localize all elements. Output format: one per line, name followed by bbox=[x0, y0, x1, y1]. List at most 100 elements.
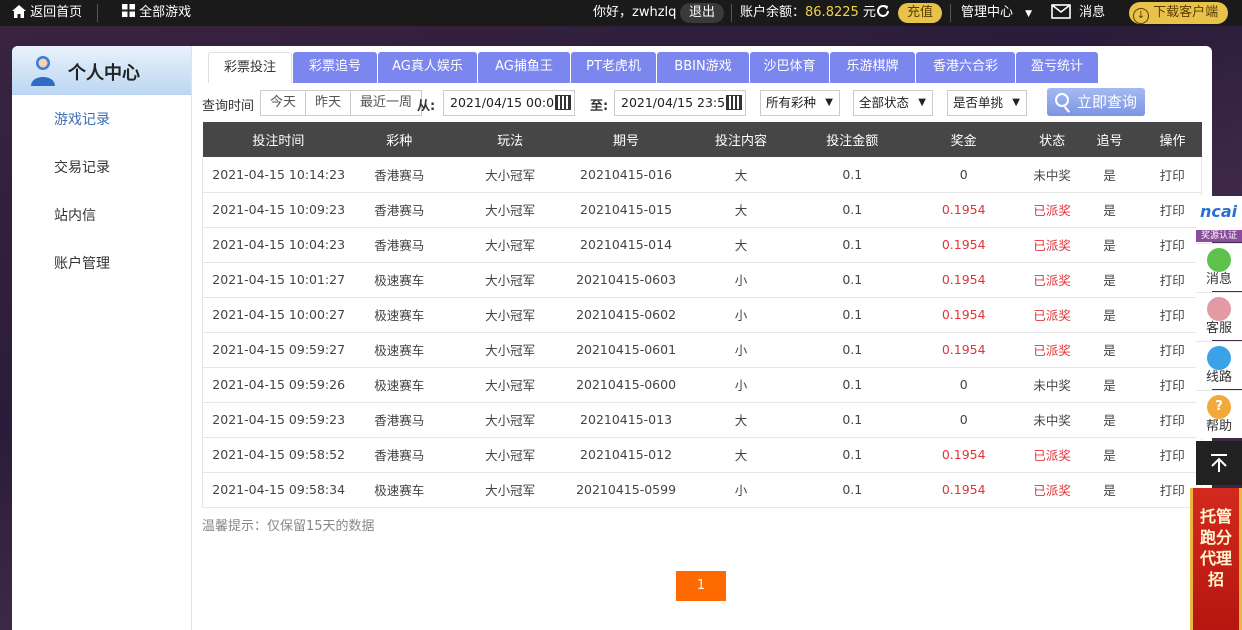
issue-cell: 20210415-0603 bbox=[576, 262, 677, 298]
tab-saba-sports[interactable]: 沙巴体育 bbox=[750, 52, 829, 83]
bet-content-cell: 大 bbox=[676, 227, 806, 263]
divider bbox=[950, 4, 951, 22]
single-pick-select[interactable]: 是否单挑 ▼ bbox=[947, 90, 1027, 116]
issue-cell: 20210415-0601 bbox=[576, 332, 677, 368]
table-row: 2021-04-15 10:09:23 香港赛马 大小冠军 20210415-015 大… bbox=[202, 192, 1202, 228]
float-service-button[interactable]: 客服 bbox=[1196, 292, 1242, 340]
download-client-button[interactable]: ↓ 下载客户端 bbox=[1129, 0, 1229, 26]
bet-time-cell: 2021-04-15 09:59:23 bbox=[202, 402, 355, 438]
tab-hk-mark-six[interactable]: 香港六合彩 bbox=[916, 52, 1015, 83]
status-cell: 已派奖 bbox=[1028, 437, 1076, 473]
print-action[interactable]: 打印 bbox=[1143, 157, 1202, 193]
print-action[interactable]: 打印 bbox=[1143, 332, 1202, 368]
range-yesterday-button[interactable]: 昨天 bbox=[306, 91, 352, 115]
tab-bbin[interactable]: BBIN游戏 bbox=[657, 52, 749, 83]
amount-cell: 0.1 bbox=[805, 192, 899, 228]
sidebar-item-game-records[interactable]: 游戏记录 bbox=[54, 109, 110, 129]
bet-time-cell: 2021-04-15 09:59:27 bbox=[202, 332, 355, 368]
column-header: 追号 bbox=[1075, 122, 1144, 157]
all-games-link[interactable]: 全部游戏 bbox=[122, 0, 191, 26]
recharge-label: 充值 bbox=[898, 3, 943, 23]
print-action[interactable]: 打印 bbox=[1143, 262, 1202, 298]
page-button-1[interactable]: 1 bbox=[676, 571, 726, 601]
play-type-cell: 大小冠军 bbox=[444, 192, 577, 228]
tab-lottery-chase[interactable]: 彩票追号 bbox=[293, 52, 377, 83]
sidebar-item-transaction-records[interactable]: 交易记录 bbox=[54, 157, 110, 177]
range-today-button[interactable]: 今天 bbox=[261, 91, 307, 115]
to-label: 至: bbox=[590, 99, 609, 114]
play-type-cell: 大小冠军 bbox=[444, 402, 577, 438]
home-link[interactable]: 返回首页 bbox=[12, 0, 82, 26]
play-type-cell: 大小冠军 bbox=[444, 262, 577, 298]
table-row: 2021-04-15 09:59:27 极速赛车 大小冠军 20210415-0601… bbox=[202, 332, 1202, 368]
bet-time-cell: 2021-04-15 09:58:52 bbox=[202, 437, 355, 473]
to-date-input[interactable]: 2021/04/15 23:59 bbox=[614, 90, 746, 116]
caret-down-icon: ▼ bbox=[1025, 9, 1033, 19]
refresh-icon[interactable] bbox=[875, 0, 891, 26]
caret-down-icon: ▼ bbox=[918, 97, 926, 108]
table-header-row: 投注时间 彩种 玩法 期号 投注内容 投注金额 奖金 状态 追号 操作 bbox=[202, 122, 1202, 157]
sidebar-item-inbox[interactable]: 站内信 bbox=[54, 205, 96, 225]
back-to-top-button[interactable] bbox=[1196, 441, 1242, 485]
table-row: 2021-04-15 10:04:23 香港赛马 大小冠军 20210415-014 大… bbox=[202, 227, 1202, 263]
tab-pt-slots[interactable]: PT老虎机 bbox=[571, 52, 656, 83]
bet-time-cell: 2021-04-15 09:59:26 bbox=[202, 367, 355, 403]
play-type-cell: 大小冠军 bbox=[444, 472, 577, 508]
lottery-type-select[interactable]: 所有彩种 ▼ bbox=[760, 90, 840, 116]
certification-logo[interactable]: ncai 奖源认证 bbox=[1196, 196, 1242, 242]
bet-content-cell: 大 bbox=[676, 192, 806, 228]
print-action[interactable]: 打印 bbox=[1143, 367, 1202, 403]
status-cell: 已派奖 bbox=[1028, 227, 1076, 263]
download-label: 下载客户端 bbox=[1153, 5, 1219, 20]
recharge-button[interactable]: 充值 bbox=[898, 0, 943, 26]
bet-content-cell: 大 bbox=[676, 157, 806, 193]
balance-unit: 元 bbox=[862, 5, 876, 20]
single-pick-value: 是否单挑 bbox=[953, 95, 1004, 110]
float-help-label: 帮助 bbox=[1205, 419, 1232, 434]
calendar-icon[interactable] bbox=[555, 95, 571, 110]
main-panel: 个人中心 游戏记录 交易记录 站内信 账户管理 彩票投注 彩票追号 AG真人娱乐… bbox=[12, 46, 1212, 630]
float-messages-label: 消息 bbox=[1205, 272, 1232, 287]
messages-link[interactable]: 消息 bbox=[1051, 0, 1105, 26]
prize-cell: 0.1954 bbox=[898, 297, 1029, 333]
range-last-week-button[interactable]: 最近一周 bbox=[351, 91, 421, 115]
agent-recruit-banner[interactable]: 托管跑分 代理招 bbox=[1190, 488, 1242, 630]
float-route-label: 线路 bbox=[1205, 370, 1232, 385]
print-action[interactable]: 打印 bbox=[1143, 297, 1202, 333]
tab-leyou-chess[interactable]: 乐游棋牌 bbox=[830, 52, 915, 83]
manage-label: 管理中心 bbox=[961, 5, 1014, 20]
tab-lottery-bets[interactable]: 彩票投注 bbox=[208, 52, 292, 83]
float-route-button[interactable]: 线路 bbox=[1196, 341, 1242, 389]
query-now-button[interactable]: 立即查询 bbox=[1047, 88, 1145, 116]
prize-cell: 0 bbox=[898, 402, 1029, 438]
print-action[interactable]: 打印 bbox=[1143, 192, 1202, 228]
arrow-up-icon bbox=[1209, 454, 1229, 477]
manage-center-menu[interactable]: 管理中心 ▼ bbox=[961, 0, 1032, 26]
all-games-label: 全部游戏 bbox=[139, 5, 192, 20]
chase-cell: 是 bbox=[1075, 367, 1144, 403]
top-bar: 返回首页 全部游戏 你好，zwhzlq 退出 账户余额：86.8225 元 充值… bbox=[0, 0, 1242, 26]
amount-cell: 0.1 bbox=[805, 437, 899, 473]
prize-cell: 0.1954 bbox=[898, 262, 1029, 298]
from-date-input[interactable]: 2021/04/15 00:00 bbox=[443, 90, 575, 116]
calendar-icon[interactable] bbox=[726, 95, 742, 110]
status-select[interactable]: 全部状态 ▼ bbox=[853, 90, 933, 116]
print-action[interactable]: 打印 bbox=[1143, 402, 1202, 438]
chase-cell: 是 bbox=[1075, 192, 1144, 228]
quick-range-group: 今天 昨天 最近一周 bbox=[260, 90, 423, 116]
sidebar-header: 个人中心 bbox=[12, 46, 191, 95]
chase-cell: 是 bbox=[1075, 332, 1144, 368]
prize-cell: 0.1954 bbox=[898, 472, 1029, 508]
tab-ag-live[interactable]: AG真人娱乐 bbox=[378, 52, 477, 83]
chase-cell: 是 bbox=[1075, 437, 1144, 473]
status-cell: 未中奖 bbox=[1028, 367, 1076, 403]
print-action[interactable]: 打印 bbox=[1143, 227, 1202, 263]
sidebar-item-account-management[interactable]: 账户管理 bbox=[54, 253, 110, 273]
float-help-button[interactable]: ? 帮助 bbox=[1196, 390, 1242, 438]
float-messages-button[interactable]: 消息 bbox=[1196, 243, 1242, 291]
print-action[interactable]: 打印 bbox=[1143, 437, 1202, 473]
logout-button[interactable]: 退出 bbox=[680, 0, 725, 26]
tab-ag-fishing[interactable]: AG捕鱼王 bbox=[478, 52, 570, 83]
tab-profit-loss[interactable]: 盈亏统计 bbox=[1016, 52, 1098, 83]
status-cell: 未中奖 bbox=[1028, 157, 1076, 193]
